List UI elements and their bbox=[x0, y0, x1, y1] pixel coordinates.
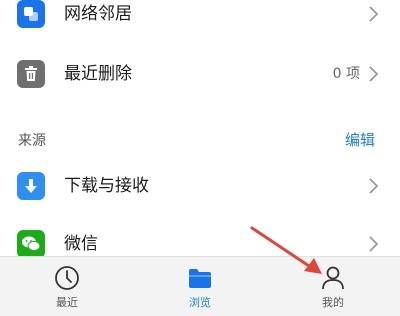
person-icon bbox=[322, 266, 344, 290]
list-item-recently-deleted[interactable]: 最近删除 0 项 bbox=[0, 44, 400, 104]
file-location-list: 网络邻居 最近删除 0 项 来源 编辑 下载与接收 微信 bbox=[0, 0, 400, 256]
tab-browse[interactable]: 浏览 bbox=[160, 257, 240, 316]
tab-browse-label: 浏览 bbox=[189, 296, 211, 309]
chevron-right-icon bbox=[369, 66, 379, 82]
tab-mine[interactable]: 我的 bbox=[293, 257, 373, 316]
source-section-title: 来源 bbox=[18, 133, 46, 149]
deleted-count: 0 项 bbox=[332, 66, 360, 82]
trash-icon bbox=[17, 60, 45, 88]
list-item-downloads[interactable]: 下载与接收 bbox=[0, 156, 400, 216]
wechat-label: 微信 bbox=[64, 234, 98, 254]
chevron-right-icon bbox=[369, 178, 379, 194]
list-item-network-neighbor[interactable]: 网络邻居 bbox=[0, 0, 400, 44]
network-neighbor-label: 网络邻居 bbox=[64, 4, 132, 24]
tab-mine-label: 我的 bbox=[322, 296, 344, 309]
download-icon bbox=[17, 172, 45, 200]
tab-recent[interactable]: 最近 bbox=[27, 257, 107, 316]
edit-button[interactable]: 编辑 bbox=[345, 129, 375, 150]
chevron-right-icon bbox=[369, 236, 379, 252]
wechat-icon bbox=[17, 230, 45, 256]
downloads-label: 下载与接收 bbox=[64, 176, 149, 196]
source-section-header: 来源 编辑 bbox=[0, 124, 400, 154]
recently-deleted-label: 最近删除 bbox=[64, 64, 132, 84]
bottom-tab-bar: 最近 浏览 我的 bbox=[0, 256, 400, 316]
chevron-right-icon bbox=[369, 6, 379, 22]
clock-icon bbox=[55, 266, 79, 290]
network-neighbor-icon bbox=[17, 0, 45, 28]
folder-icon bbox=[189, 269, 211, 288]
list-item-wechat[interactable]: 微信 bbox=[0, 216, 400, 256]
tab-recent-label: 最近 bbox=[56, 296, 78, 309]
